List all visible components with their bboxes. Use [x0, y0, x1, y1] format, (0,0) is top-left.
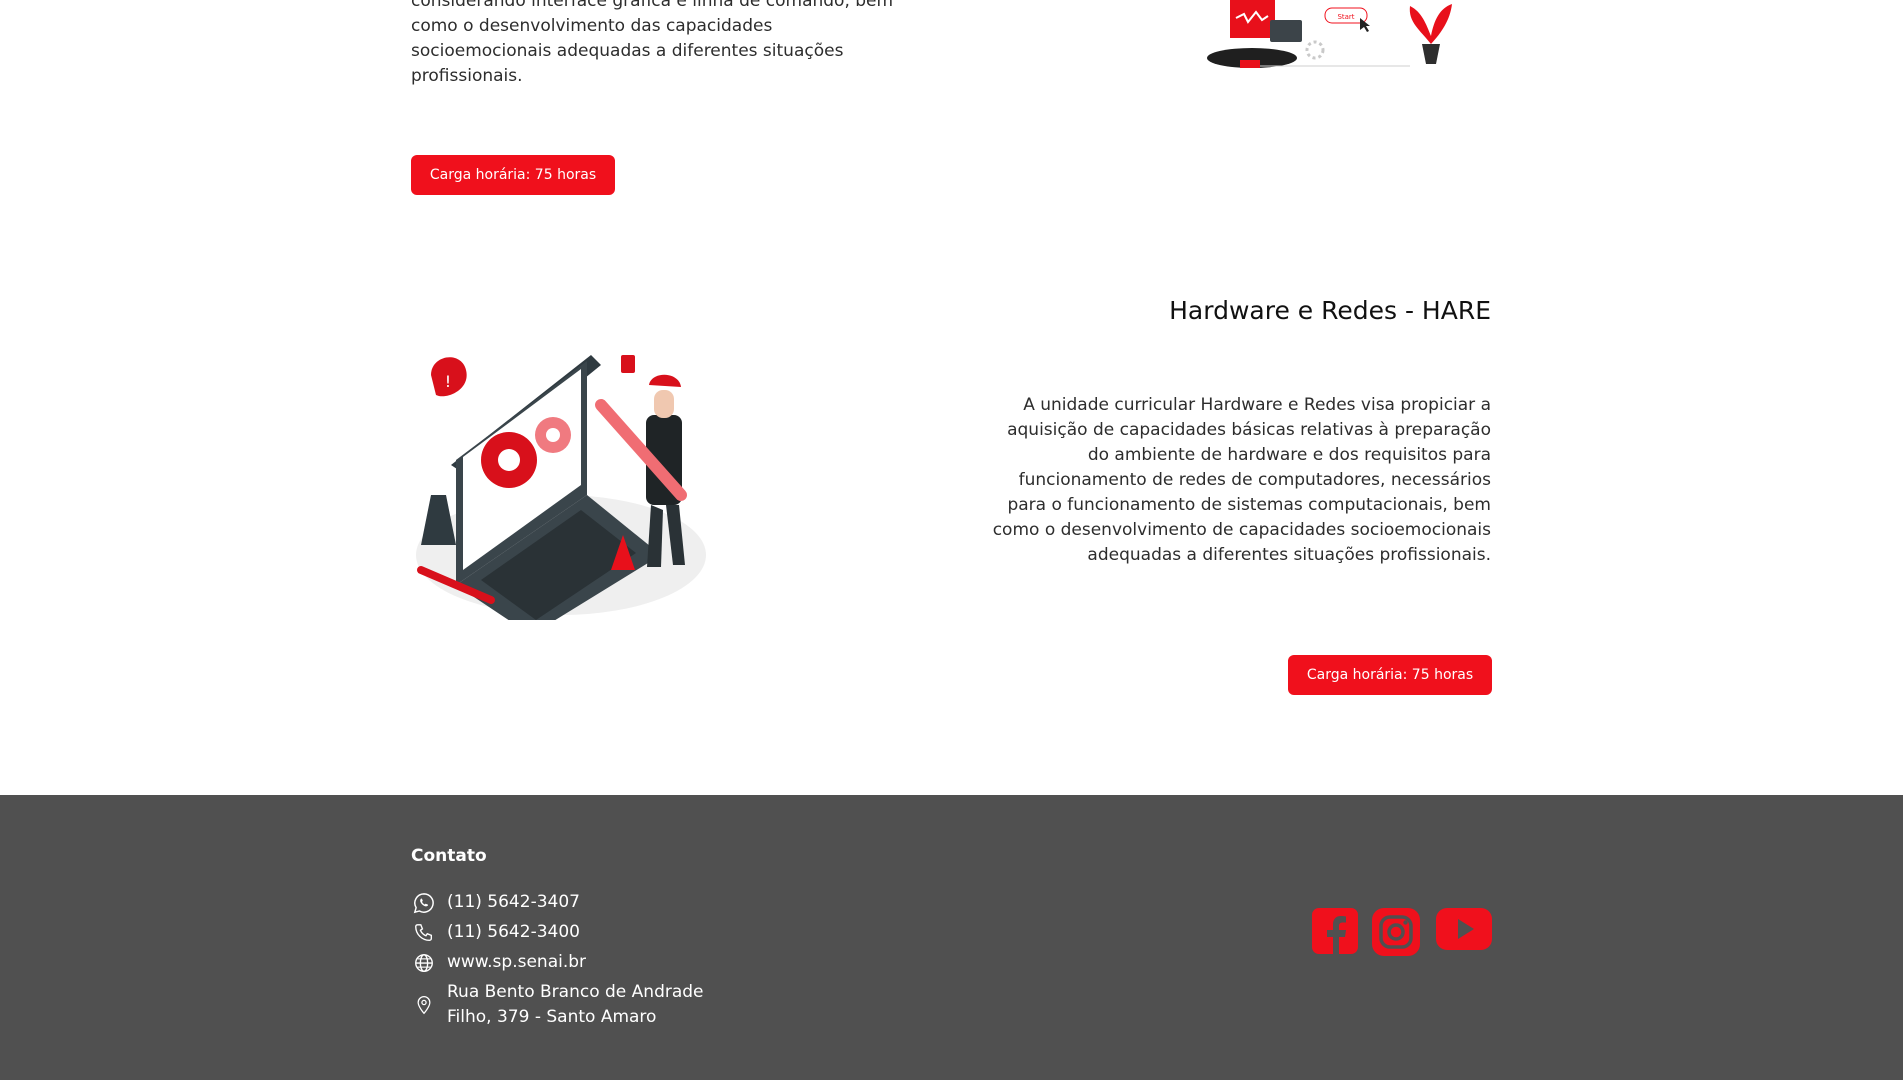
course-description-1: considerando interface gráfica e linha d… — [411, 0, 894, 86]
address-text: Rua Bento Branco de Andrade Filho, 379 -… — [447, 980, 704, 1030]
address-line-1: Rua Bento Branco de Andrade — [447, 982, 704, 1002]
whatsapp-icon — [411, 890, 437, 915]
course-description-hare: A unidade curricular Hardware e Redes vi… — [992, 395, 1491, 565]
contact-website[interactable]: www.sp.senai.br — [411, 950, 586, 975]
whatsapp-number: (11) 5642-3407 — [447, 892, 580, 912]
contact-title: Contato — [411, 846, 487, 866]
workload-button-1[interactable]: Carga horária: 75 horas — [411, 155, 615, 195]
website-link[interactable]: www.sp.senai.br — [447, 950, 586, 975]
phone-icon — [411, 920, 437, 945]
illustration-start-label: Start — [1337, 13, 1354, 21]
facebook-icon[interactable] — [1312, 908, 1358, 954]
location-pin-icon — [411, 992, 437, 1017]
contact-whatsapp[interactable]: (11) 5642-3407 — [411, 890, 580, 915]
address-line-2: Filho, 379 - Santo Amaro — [447, 1007, 657, 1027]
site-footer — [0, 795, 1903, 1080]
contact-address: Rua Bento Branco de Andrade Filho, 379 -… — [411, 980, 704, 1030]
contact-phone[interactable]: (11) 5642-3400 — [411, 920, 580, 945]
svg-text:!: ! — [445, 372, 451, 391]
person-laptop-illustration: Start — [1207, 0, 1452, 68]
globe-icon — [411, 950, 437, 975]
course-title-hare: Hardware e Redes - HARE — [1169, 296, 1491, 325]
phone-number: (11) 5642-3400 — [447, 922, 580, 942]
workload-button-2[interactable]: Carga horária: 75 horas — [1288, 655, 1492, 695]
youtube-icon[interactable] — [1436, 908, 1492, 950]
hardware-repair-illustration: ! — [416, 355, 706, 620]
instagram-icon[interactable] — [1372, 908, 1420, 956]
